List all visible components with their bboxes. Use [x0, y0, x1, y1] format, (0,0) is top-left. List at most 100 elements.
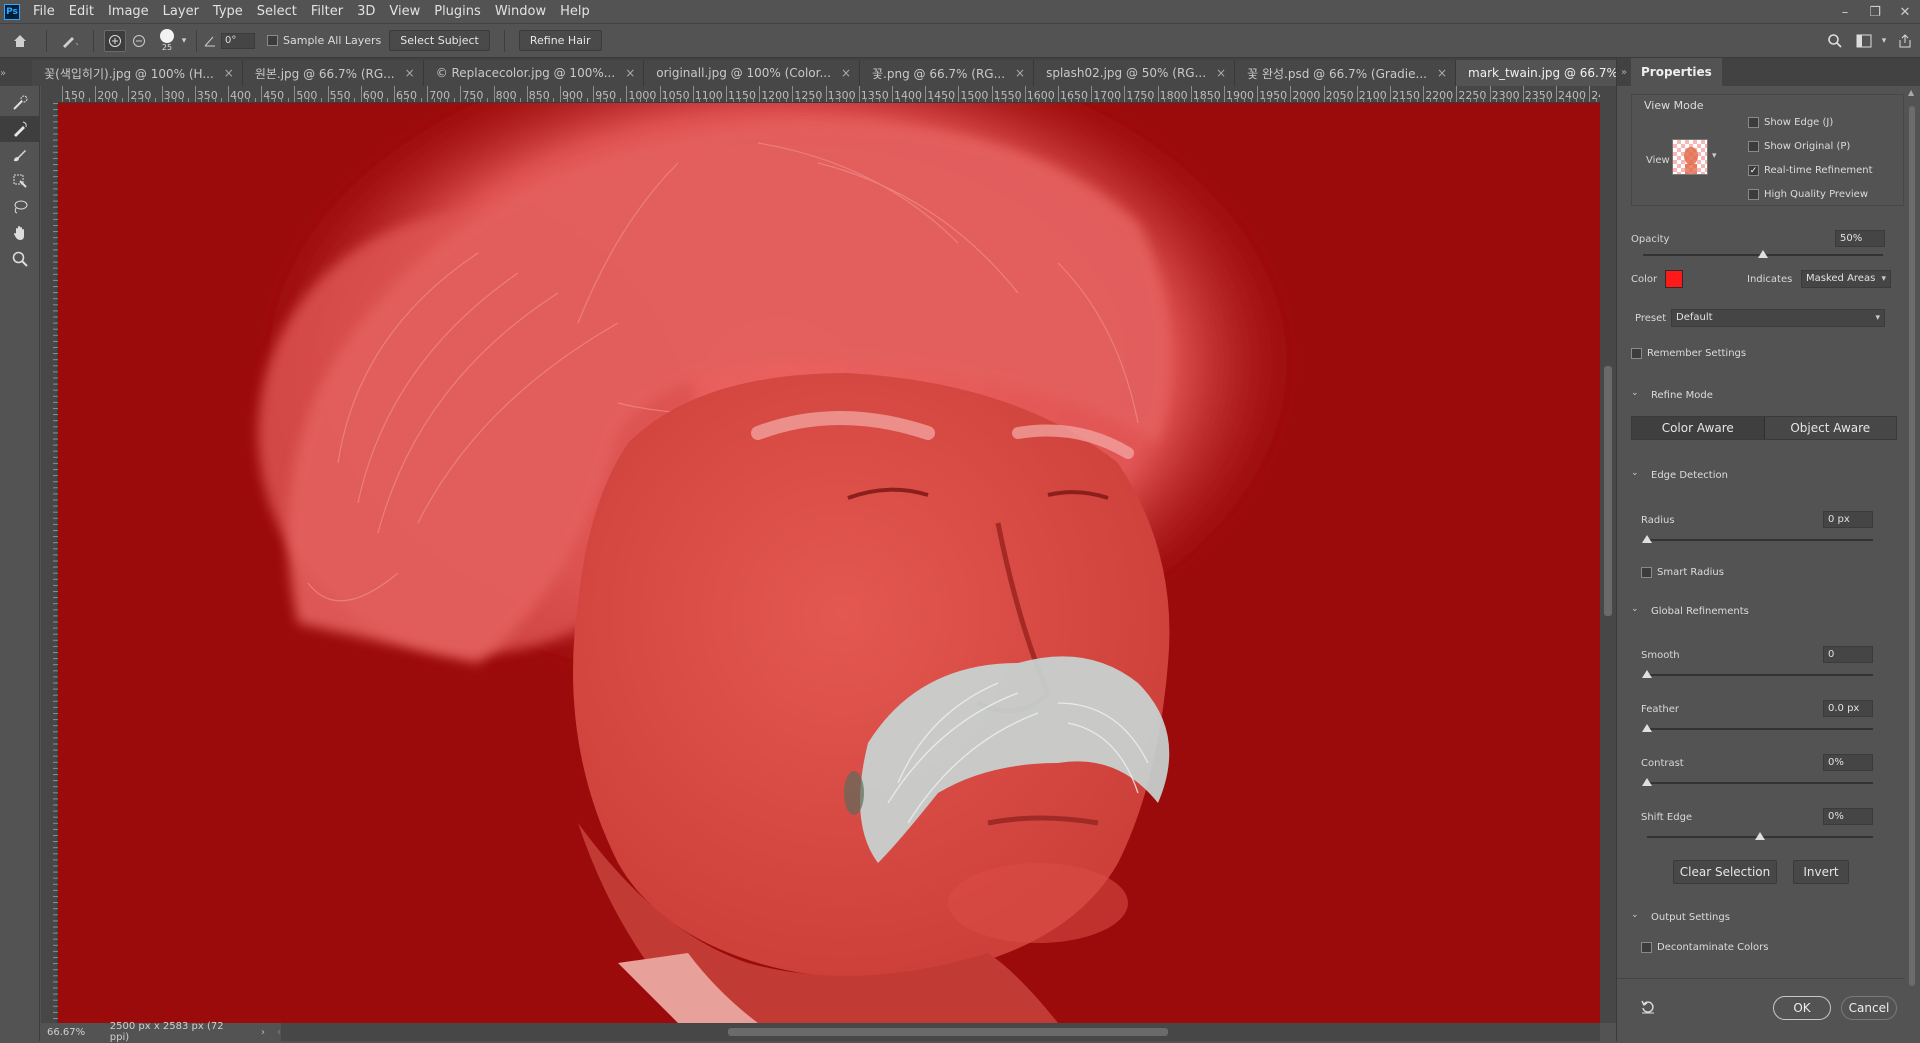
share-icon[interactable]	[1890, 33, 1920, 49]
close-icon[interactable]: ×	[625, 66, 635, 80]
chevron-down-icon[interactable]: ▾	[178, 36, 190, 46]
brush-size-picker[interactable]: 25	[156, 29, 178, 52]
smart-radius-checkbox[interactable]: Smart Radius	[1641, 567, 1724, 578]
chevron-down-icon[interactable]: ▾	[1712, 151, 1717, 161]
tab-doc-1[interactable]: 꽃(색입히기).jpg @ 100% (H... ×	[32, 60, 243, 86]
menu-filter[interactable]: Filter	[304, 0, 350, 24]
global-refinements-heading[interactable]: Global Refinements	[1651, 606, 1749, 617]
chevron-down-icon[interactable]: ⌄	[1631, 468, 1639, 478]
minimize-icon[interactable]: –	[1830, 0, 1860, 24]
collapse-toolbar-icon[interactable]: »	[0, 60, 6, 86]
hq-preview-checkbox[interactable]: High Quality Preview	[1748, 189, 1868, 200]
radius-slider-knob[interactable]	[1642, 535, 1652, 543]
close-icon[interactable]: ×	[405, 66, 415, 80]
edge-detection-heading[interactable]: Edge Detection	[1651, 470, 1728, 481]
collapse-panel-icon[interactable]: »	[1617, 67, 1631, 78]
menu-help[interactable]: Help	[553, 0, 597, 24]
feather-slider-knob[interactable]	[1642, 724, 1652, 732]
color-aware-button[interactable]: Color Aware	[1632, 417, 1764, 439]
chevron-left-icon[interactable]: ‹	[277, 1027, 281, 1038]
menu-3d[interactable]: 3D	[350, 0, 382, 24]
document-canvas[interactable]	[58, 103, 1600, 1023]
horizontal-scrollbar[interactable]	[280, 1023, 1600, 1041]
tab-doc-5[interactable]: 꽃.png @ 66.7% (RG... ×	[860, 60, 1035, 86]
menu-edit[interactable]: Edit	[62, 0, 101, 24]
tab-doc-6[interactable]: splash02.jpg @ 50% (RG... ×	[1034, 60, 1236, 86]
preset-dropdown[interactable]: Default ▾	[1671, 309, 1885, 327]
restore-icon[interactable]: ❐	[1860, 0, 1890, 24]
chevron-down-icon[interactable]: ⌄	[1631, 604, 1639, 614]
smooth-input[interactable]: 0	[1823, 646, 1873, 663]
smooth-slider[interactable]	[1647, 674, 1873, 676]
menu-file[interactable]: File	[26, 0, 62, 24]
tab-doc-3[interactable]: © Replacecolor.jpg @ 100%... ×	[423, 60, 645, 86]
overlay-color-swatch[interactable]	[1665, 270, 1683, 288]
feather-slider[interactable]	[1647, 728, 1873, 730]
tab-properties[interactable]: Properties	[1631, 58, 1722, 86]
view-mode-thumbnail[interactable]	[1672, 139, 1708, 175]
close-icon[interactable]: ✕	[1890, 0, 1920, 24]
scroll-up-icon[interactable]: ▲	[1908, 88, 1914, 97]
zoom-level[interactable]: 66.67%	[41, 1027, 100, 1038]
menu-image[interactable]: Image	[101, 0, 156, 24]
shift-edge-input[interactable]: 0%	[1823, 808, 1873, 825]
vertical-scrollbar[interactable]	[1600, 86, 1616, 1023]
reset-icon[interactable]	[1639, 998, 1657, 1016]
radius-input[interactable]: 0 px	[1823, 511, 1873, 528]
hand-tool-icon[interactable]	[0, 220, 40, 246]
menu-select[interactable]: Select	[250, 0, 304, 24]
chevron-down-icon[interactable]: ⌄	[1631, 910, 1639, 920]
refine-mode-heading[interactable]: Refine Mode	[1651, 390, 1713, 401]
ruler-origin[interactable]	[41, 86, 58, 103]
close-icon[interactable]: ×	[224, 66, 234, 80]
sample-all-layers-checkbox[interactable]: Sample All Layers	[267, 34, 381, 47]
invert-button[interactable]: Invert	[1793, 860, 1849, 884]
vertical-ruler[interactable]	[41, 103, 58, 1023]
lasso-tool-icon[interactable]	[0, 194, 40, 220]
opacity-input[interactable]: 50%	[1835, 230, 1885, 247]
radius-slider[interactable]	[1647, 539, 1873, 541]
remember-settings-checkbox[interactable]: Remember Settings	[1631, 348, 1746, 359]
contrast-input[interactable]: 0%	[1823, 754, 1873, 771]
zoom-tool-icon[interactable]	[0, 246, 40, 272]
subtract-from-selection-icon[interactable]	[126, 34, 152, 48]
clear-selection-button[interactable]: Clear Selection	[1673, 860, 1777, 884]
close-icon[interactable]: ×	[1216, 66, 1226, 80]
tab-doc-4[interactable]: originall.jpg @ 100% (Color... ×	[644, 60, 860, 86]
object-selection-tool-icon[interactable]	[0, 168, 40, 194]
tab-doc-7[interactable]: 꽃 완성.psd @ 66.7% (Gradie... ×	[1235, 60, 1457, 86]
brush-preset-icon[interactable]	[53, 33, 87, 49]
close-icon[interactable]: ×	[841, 66, 851, 80]
menu-layer[interactable]: Layer	[156, 0, 206, 24]
horizontal-scroll-thumb[interactable]	[728, 1028, 1168, 1036]
object-aware-button[interactable]: Object Aware	[1763, 417, 1896, 439]
workspace-icon[interactable]	[1850, 34, 1878, 48]
decontaminate-colors-checkbox[interactable]: Decontaminate Colors	[1641, 942, 1768, 953]
quick-selection-tool-icon[interactable]	[0, 90, 40, 116]
close-icon[interactable]: ×	[1437, 66, 1447, 80]
refine-edge-brush-tool-icon[interactable]	[0, 116, 40, 142]
cancel-button[interactable]: Cancel	[1841, 996, 1897, 1020]
menu-type[interactable]: Type	[206, 0, 250, 24]
menu-plugins[interactable]: Plugins	[427, 0, 488, 24]
show-edge-checkbox[interactable]: Show Edge (J)	[1748, 117, 1833, 128]
smooth-slider-knob[interactable]	[1642, 670, 1652, 678]
chevron-down-icon[interactable]: ▾	[1878, 36, 1890, 46]
refine-hair-button[interactable]: Refine Hair	[518, 30, 602, 51]
panel-scrollbar[interactable]: ▲	[1905, 86, 1919, 1041]
document-info[interactable]: 2500 px x 2583 px (72 ppi)	[100, 1021, 243, 1043]
shift-edge-slider-knob[interactable]	[1755, 832, 1765, 840]
home-icon[interactable]	[0, 33, 40, 49]
indicates-dropdown[interactable]: Masked Areas ▾	[1801, 270, 1891, 288]
chevron-right-icon[interactable]: ›	[261, 1027, 265, 1038]
vertical-scroll-thumb[interactable]	[1604, 366, 1612, 616]
add-to-selection-icon[interactable]	[104, 29, 126, 52]
chevron-down-icon[interactable]: ⌄	[1631, 388, 1639, 398]
feather-input[interactable]: 0.0 px	[1823, 700, 1873, 717]
tab-doc-2[interactable]: 원본.jpg @ 66.7% (RG... ×	[242, 60, 424, 86]
show-original-checkbox[interactable]: Show Original (P)	[1748, 141, 1850, 152]
contrast-slider[interactable]	[1647, 782, 1873, 784]
ok-button[interactable]: OK	[1773, 996, 1831, 1020]
menu-window[interactable]: Window	[488, 0, 553, 24]
close-icon[interactable]: ×	[1015, 66, 1025, 80]
